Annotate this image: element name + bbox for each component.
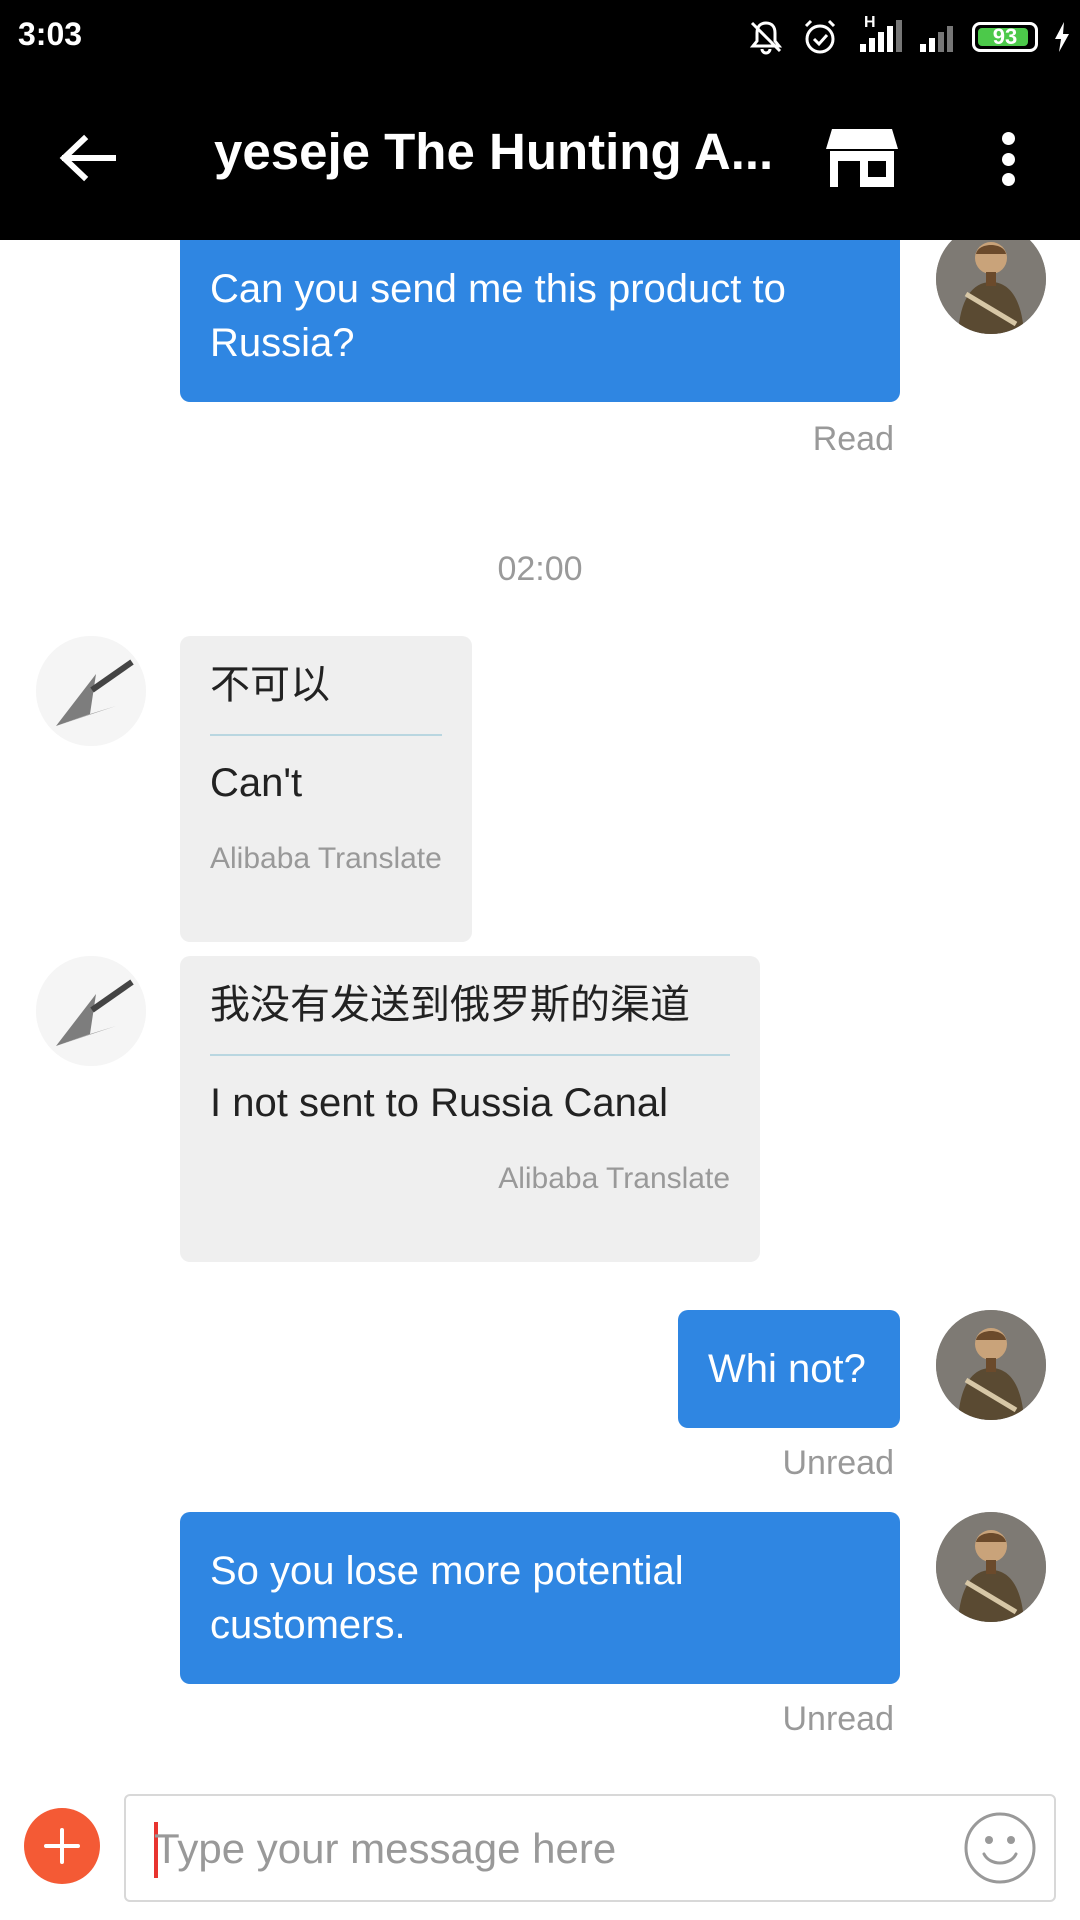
more-vertical-icon (1001, 132, 1015, 145)
unread-status: Unread (782, 1700, 894, 1738)
charging-icon (1052, 20, 1072, 54)
status-bar: 3:03 H 93 (0, 0, 1080, 76)
store-button[interactable] (824, 120, 900, 196)
store-icon (826, 129, 898, 187)
back-button[interactable] (50, 128, 122, 188)
arrow-left-icon (59, 134, 116, 182)
plus-icon (44, 1828, 80, 1864)
incoming-message[interactable]: 不可以 Can't Alibaba Translate (180, 636, 472, 942)
translation-credit: Alibaba Translate (498, 1162, 730, 1195)
translation-divider (210, 1054, 730, 1056)
my-avatar[interactable] (936, 240, 1046, 334)
battery-indicator: 93 (972, 22, 1038, 52)
status-icons: H 93 (746, 14, 1072, 60)
message-text: So you lose more potential customers. (210, 1549, 684, 1647)
translation-divider (210, 734, 442, 736)
smiley-icon (964, 1812, 1036, 1884)
seller-avatar[interactable] (36, 956, 146, 1066)
message-input-box[interactable] (124, 1794, 1056, 1902)
outgoing-message[interactable]: Can you send me this product to Russia? (180, 240, 900, 402)
translation-credit: Alibaba Translate (210, 842, 442, 875)
message-text: Can you send me this product to Russia? (210, 267, 786, 365)
battery-level-text: 93 (992, 24, 1018, 49)
time-separator: 02:00 (497, 550, 583, 588)
translated-text: I not sent to Russia Canal (210, 1081, 669, 1125)
my-avatar[interactable] (936, 1512, 1046, 1622)
message-input[interactable] (154, 1814, 954, 1884)
message-text: Whi not? (708, 1347, 866, 1391)
seller-avatar[interactable] (36, 636, 146, 746)
signal-icon: H (854, 14, 904, 54)
status-time: 3:03 (18, 16, 83, 52)
network-type: H (864, 14, 876, 31)
message-input-bar (0, 1780, 1080, 1920)
message-list[interactable]: Can you send me this product to Russia? … (0, 240, 1080, 1780)
chat-title: yeseje The Hunting A... (214, 123, 774, 180)
outgoing-message[interactable]: Whi not? (678, 1310, 900, 1428)
alarm-icon (800, 17, 840, 57)
translated-text: Can't (210, 761, 303, 805)
chat-toolbar: yeseje The Hunting A... (0, 76, 1080, 240)
emoji-button[interactable] (962, 1810, 1038, 1886)
signal-icon-2 (918, 20, 958, 54)
unread-status: Unread (782, 1444, 894, 1482)
mute-bell-icon (746, 17, 786, 57)
more-options-button[interactable] (990, 124, 1026, 194)
original-text: 不可以 (210, 663, 330, 707)
outgoing-message[interactable]: So you lose more potential customers. (180, 1512, 900, 1684)
original-text: 我没有发送到俄罗斯的渠道 (210, 983, 690, 1027)
incoming-message[interactable]: 我没有发送到俄罗斯的渠道 I not sent to Russia Canal … (180, 956, 760, 1262)
my-avatar[interactable] (936, 1310, 1046, 1420)
add-attachment-button[interactable] (24, 1808, 100, 1884)
read-status: Read (812, 420, 894, 458)
